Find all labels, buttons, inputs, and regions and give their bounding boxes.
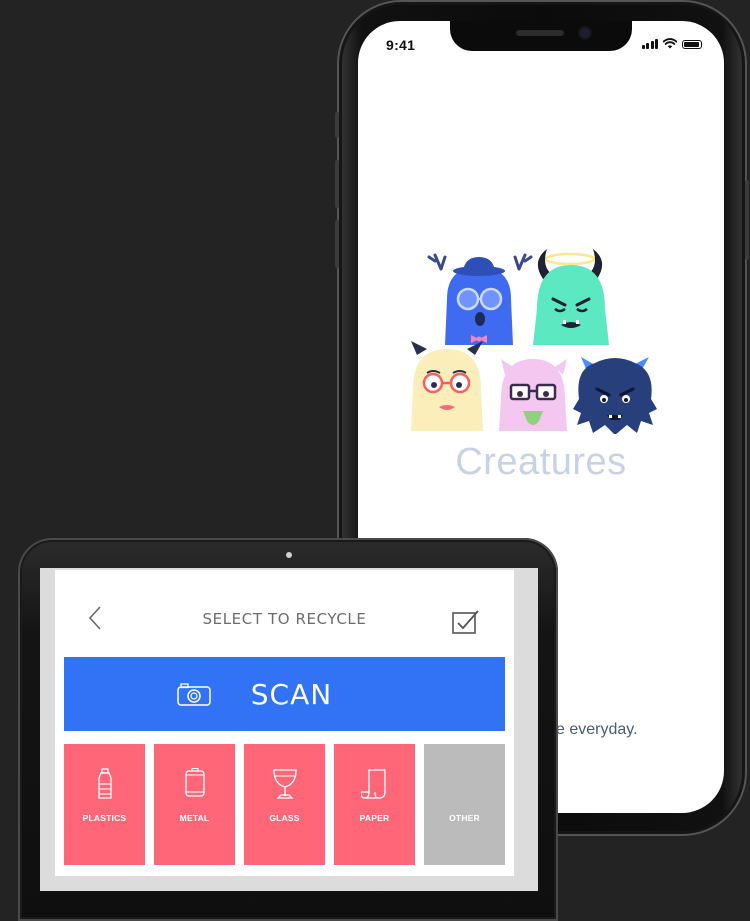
- category-other[interactable]: OTHER: [424, 744, 505, 865]
- status-icons: [641, 38, 702, 49]
- tagline-text: e everyday.: [556, 721, 638, 738]
- recycle-app: SELECT TO RECYCLE SCAN PLASTICS METAL GL…: [55, 570, 514, 876]
- category-metal[interactable]: METAL: [154, 744, 235, 865]
- category-paper[interactable]: PAPER: [334, 744, 415, 865]
- category-glass[interactable]: GLASS: [244, 744, 325, 865]
- checkbox-confirm-icon[interactable]: [451, 607, 481, 635]
- category-label: OTHER: [449, 813, 480, 823]
- lavender-tongue-monster: [499, 359, 567, 431]
- blue-antler-monster: [427, 253, 533, 345]
- category-plastics[interactable]: PLASTICS: [64, 744, 145, 865]
- page-title: SELECT TO RECYCLE: [202, 610, 367, 628]
- phone-volume-up-button: [335, 160, 339, 208]
- phone-power-button: [745, 180, 749, 260]
- front-camera: [580, 28, 590, 38]
- category-label: PAPER: [359, 813, 390, 823]
- navy-furry-monster: [573, 357, 657, 434]
- tablet-screen: SELECT TO RECYCLE SCAN PLASTICS METAL GL…: [40, 568, 538, 891]
- cellular-signal-icon: [641, 39, 658, 49]
- category-label: GLASS: [269, 813, 300, 823]
- status-time: 9:41: [386, 37, 416, 53]
- paper-scroll-icon: [360, 769, 386, 799]
- phone-silent-switch: [335, 112, 339, 138]
- category-label: PLASTICS: [82, 813, 127, 823]
- wifi-icon: [663, 38, 677, 49]
- scan-label: SCAN: [250, 677, 333, 711]
- can-icon: [184, 768, 205, 797]
- battery-icon: [682, 40, 702, 49]
- phone-volume-down-button: [335, 220, 339, 268]
- phone-notch: [450, 21, 632, 51]
- camera-icon: [177, 683, 211, 706]
- cream-glasses-monster: [411, 341, 483, 431]
- app-name: Creatures: [455, 441, 627, 483]
- tablet-camera: [286, 552, 292, 558]
- mint-horned-monster: [533, 249, 609, 345]
- scan-button[interactable]: SCAN: [64, 657, 505, 731]
- bottle-icon: [97, 768, 112, 799]
- category-label: METAL: [179, 813, 210, 823]
- tablet-device: SELECT TO RECYCLE SCAN PLASTICS METAL GL…: [18, 538, 558, 921]
- speaker-grille: [516, 30, 564, 36]
- creatures-illustration: [411, 249, 657, 434]
- wine-glass-icon: [272, 769, 297, 799]
- header-bar: SELECT TO RECYCLE: [55, 570, 514, 655]
